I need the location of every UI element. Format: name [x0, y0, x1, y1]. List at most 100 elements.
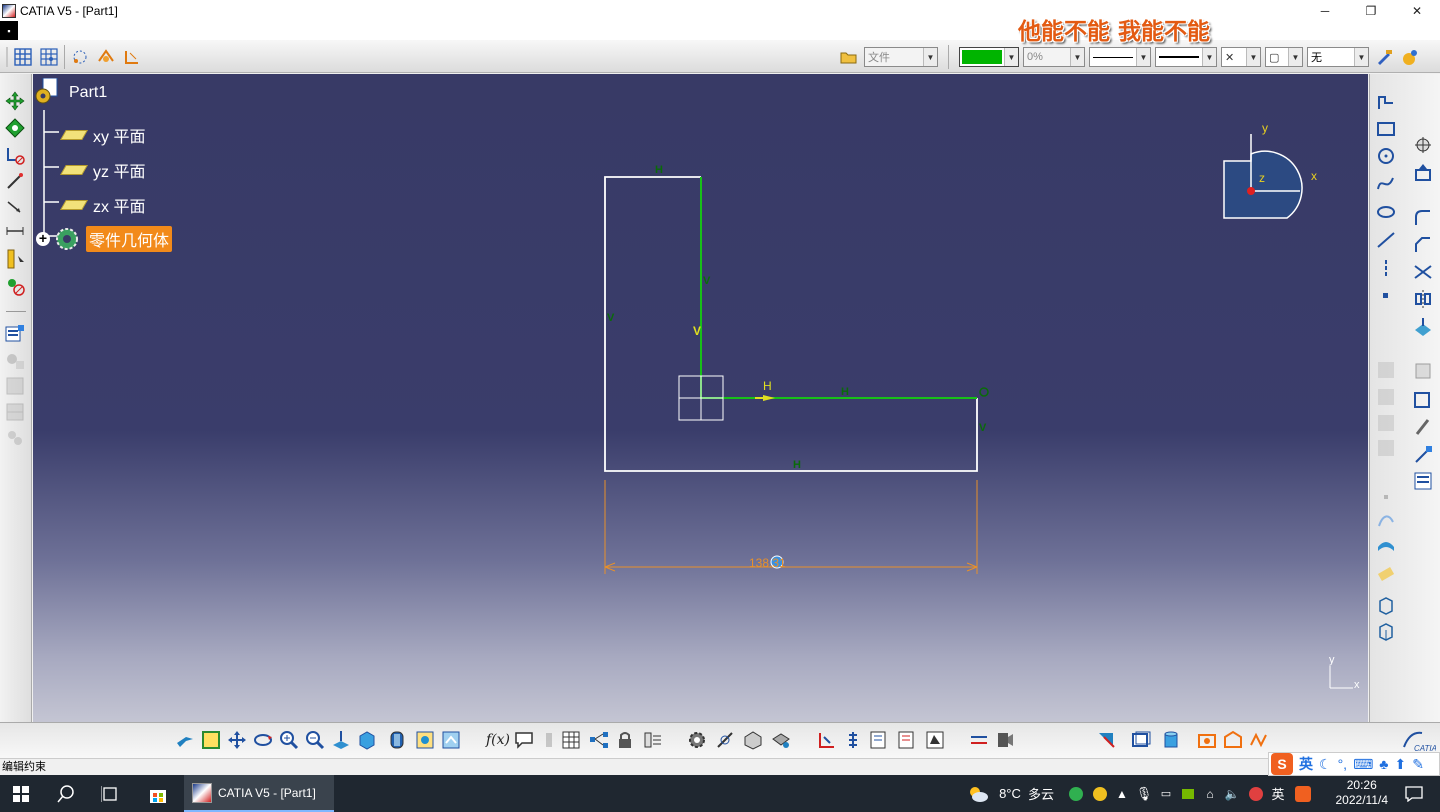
tree-item-part-body[interactable]: + 零件几何体: [36, 226, 173, 252]
comment-icon[interactable]: [513, 729, 535, 751]
tree-item-xy-plane[interactable]: xy 平面: [60, 123, 145, 147]
exit-workbench-icon[interactable]: [1412, 162, 1434, 184]
grid-icon[interactable]: [12, 46, 34, 68]
profile-icon[interactable]: [1375, 91, 1397, 113]
chamfer-icon[interactable]: [1412, 234, 1434, 256]
3d-viewport[interactable]: Part1 xy 平面 yz 平面 zx 平面 + 零件几何体 H V V V …: [33, 74, 1368, 722]
constraint-r2-icon[interactable]: [1412, 388, 1434, 410]
skin-icon[interactable]: ♣: [1379, 756, 1388, 772]
geometrical-constraints-icon[interactable]: [95, 46, 117, 68]
table-icon[interactable]: [560, 729, 582, 751]
line-arrow-icon[interactable]: [4, 196, 26, 218]
lineweight-combo[interactable]: ▼: [1155, 47, 1217, 67]
trim-icon[interactable]: [1412, 261, 1434, 283]
distance-icon[interactable]: [4, 220, 26, 242]
tray-app-2-icon[interactable]: [1090, 775, 1110, 812]
iso-view-icon[interactable]: [356, 729, 378, 751]
task-view-icon[interactable]: [90, 775, 130, 812]
point-icon[interactable]: [1375, 285, 1397, 307]
file-combo[interactable]: 文件 ▼: [864, 47, 938, 67]
constraint-r1-icon[interactable]: [1412, 360, 1434, 382]
constraint-b5-icon[interactable]: [924, 729, 946, 751]
constraint-b3-icon[interactable]: [868, 729, 890, 751]
sketch-canvas[interactable]: [33, 74, 1368, 722]
layer-combo[interactable]: 无 ▼: [1307, 47, 1369, 67]
normal-view-icon[interactable]: [330, 729, 352, 751]
moon-icon[interactable]: ☾: [1319, 756, 1332, 773]
restore-button[interactable]: ❐: [1348, 0, 1394, 21]
weather-icon[interactable]: [964, 775, 992, 812]
knowledge-icon[interactable]: [1096, 729, 1118, 751]
eraser-icon[interactable]: [1375, 562, 1397, 584]
dimension-value[interactable]: 138.31: [749, 556, 786, 570]
ime-mode-label[interactable]: 英: [1299, 754, 1313, 774]
color-combo[interactable]: ▼: [959, 47, 1019, 67]
gear-icon[interactable]: [686, 729, 708, 751]
sketch-analysis-icon[interactable]: [4, 144, 26, 166]
network-tray-icon[interactable]: ⌂: [1200, 775, 1220, 812]
constraint-r4-icon[interactable]: [1412, 444, 1434, 466]
ime-indicator[interactable]: 英: [1268, 775, 1288, 812]
rotate-icon[interactable]: [4, 117, 26, 139]
linetype-combo[interactable]: ▼: [1089, 47, 1151, 67]
part-r1-icon[interactable]: [1375, 595, 1397, 617]
layers-icon[interactable]: [1130, 729, 1152, 751]
project-3d-icon[interactable]: [1412, 316, 1434, 338]
cylinder-icon[interactable]: [1160, 729, 1182, 751]
shading-icon[interactable]: [386, 729, 408, 751]
microphone-icon[interactable]: 🎙: [1134, 775, 1154, 812]
orange-tool-3-icon[interactable]: [1248, 729, 1270, 751]
constraint-v-mid[interactable]: V: [703, 275, 710, 287]
tray-app-4-icon[interactable]: [1246, 775, 1266, 812]
point-style-combo[interactable]: ✕ ▼: [1221, 47, 1261, 67]
swap-space-icon[interactable]: [440, 729, 462, 751]
constraint-r5-icon[interactable]: [1412, 470, 1434, 492]
constraint-h-right[interactable]: H: [841, 386, 849, 398]
dimension-tool-icon[interactable]: [968, 729, 990, 751]
part-r2-icon[interactable]: [1375, 621, 1397, 643]
transparency-combo[interactable]: 0% ▼: [1023, 47, 1085, 67]
weather-temp[interactable]: 8°C: [995, 775, 1025, 812]
weather-desc[interactable]: 多云: [1025, 775, 1057, 812]
zoom-in-icon[interactable]: [278, 729, 300, 751]
open-folder-icon[interactable]: [838, 46, 860, 68]
tray-app-1-icon[interactable]: [1066, 775, 1086, 812]
constraint-h-active[interactable]: H: [763, 379, 772, 393]
shirt-icon[interactable]: ⬆: [1394, 756, 1406, 773]
circle-icon[interactable]: [1375, 145, 1397, 167]
constraint-b4-icon[interactable]: [896, 729, 918, 751]
properties-icon[interactable]: [4, 323, 26, 345]
network-icon[interactable]: [588, 729, 610, 751]
fit-all-icon[interactable]: [200, 729, 222, 751]
zoom-out-icon[interactable]: [304, 729, 326, 751]
orange-tool-2-icon[interactable]: [1222, 729, 1244, 751]
notifications-icon[interactable]: [1396, 775, 1432, 812]
constraint-r3-icon[interactable]: [1412, 416, 1434, 438]
tree-item-zx-plane[interactable]: zx 平面: [60, 193, 145, 217]
sketch-tool-icon[interactable]: [714, 729, 736, 751]
battery-icon[interactable]: ▭: [1156, 775, 1176, 812]
wrench-icon[interactable]: ✎: [1412, 756, 1424, 773]
part-body-icon[interactable]: [742, 729, 764, 751]
constraint-h-bottom[interactable]: H: [793, 459, 801, 471]
search-icon[interactable]: [46, 775, 86, 812]
close-button[interactable]: ✕: [1394, 0, 1440, 21]
start-button[interactable]: [0, 775, 42, 812]
system-menu-button[interactable]: ▪: [0, 21, 18, 40]
measure-icon[interactable]: [4, 248, 26, 270]
fly-mode-icon[interactable]: [174, 729, 196, 751]
painter-icon[interactable]: [1373, 46, 1395, 68]
keyboard-icon[interactable]: ⌨: [1353, 756, 1373, 773]
sogou-logo-icon[interactable]: S: [1271, 753, 1293, 775]
apply-material-icon[interactable]: [1399, 46, 1421, 68]
operation-icon[interactable]: [1412, 134, 1434, 156]
sogou-tray-icon[interactable]: [1292, 775, 1314, 812]
punctuation-icon[interactable]: °,: [1338, 756, 1348, 772]
tree-root[interactable]: Part1: [35, 78, 107, 104]
mapping-icon[interactable]: [642, 729, 664, 751]
corner-icon[interactable]: [1412, 207, 1434, 229]
orange-tool-1-icon[interactable]: [1196, 729, 1218, 751]
render-style-combo[interactable]: ▢ ▼: [1265, 47, 1303, 67]
constraint-v-left[interactable]: V: [607, 312, 614, 324]
lock-icon[interactable]: [614, 729, 636, 751]
